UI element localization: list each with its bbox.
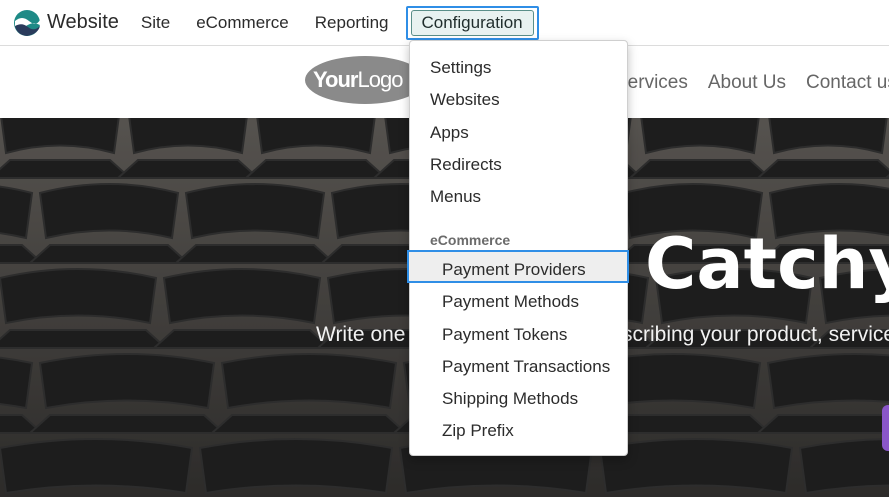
menu-reporting[interactable]: Reporting	[315, 13, 389, 33]
hero-cta-button[interactable]	[882, 405, 889, 451]
dropdown-item-zip-prefix[interactable]: Zip Prefix	[442, 421, 514, 441]
site-logo-text: YourLogo	[313, 67, 403, 93]
site-logo-thin: Logo	[357, 67, 403, 92]
menu-site[interactable]: Site	[141, 13, 170, 33]
menu-configuration[interactable]: Configuration	[405, 5, 539, 40]
hero-subtitle: Write one scribing your product, service…	[316, 323, 889, 347]
site-logo-bold: Your	[313, 67, 358, 92]
dropdown-item-apps[interactable]: Apps	[430, 123, 469, 143]
dropdown-item-payment-providers[interactable]: Payment Providers	[442, 260, 586, 280]
menu-ecommerce[interactable]: eCommerce	[196, 13, 289, 33]
website-app-icon	[14, 9, 40, 36]
app-brand[interactable]: Website	[13, 9, 119, 37]
site-link-about-us[interactable]: About Us	[708, 72, 786, 94]
main-menu: Site eCommerce Reporting Configuration	[141, 5, 560, 40]
dropdown-item-settings[interactable]: Settings	[430, 58, 491, 78]
dropdown-item-payment-tokens[interactable]: Payment Tokens	[442, 325, 567, 345]
dropdown-item-menus[interactable]: Menus	[430, 187, 481, 207]
dropdown-item-websites[interactable]: Websites	[430, 90, 500, 110]
hero-subtitle-right: scribing your product, services	[622, 323, 889, 346]
dropdown-section-ecommerce: eCommerce	[430, 232, 511, 248]
site-logo[interactable]: YourLogo	[305, 56, 425, 104]
site-nav-links: Services About Us Contact us	[615, 72, 889, 94]
hero-subtitle-left: Write one	[316, 323, 406, 346]
dropdown-item-payment-transactions[interactable]: Payment Transactions	[442, 357, 610, 377]
configuration-dropdown: Settings Websites Apps Redirects Menus e…	[407, 40, 629, 456]
dropdown-item-redirects[interactable]: Redirects	[430, 155, 502, 175]
site-link-contact-us[interactable]: Contact us	[806, 72, 889, 94]
dropdown-item-payment-methods[interactable]: Payment Methods	[442, 292, 579, 312]
dropdown-item-shipping-methods[interactable]: Shipping Methods	[442, 389, 578, 409]
hero-title: Catchy	[645, 223, 889, 305]
app-title: Website	[47, 11, 119, 33]
